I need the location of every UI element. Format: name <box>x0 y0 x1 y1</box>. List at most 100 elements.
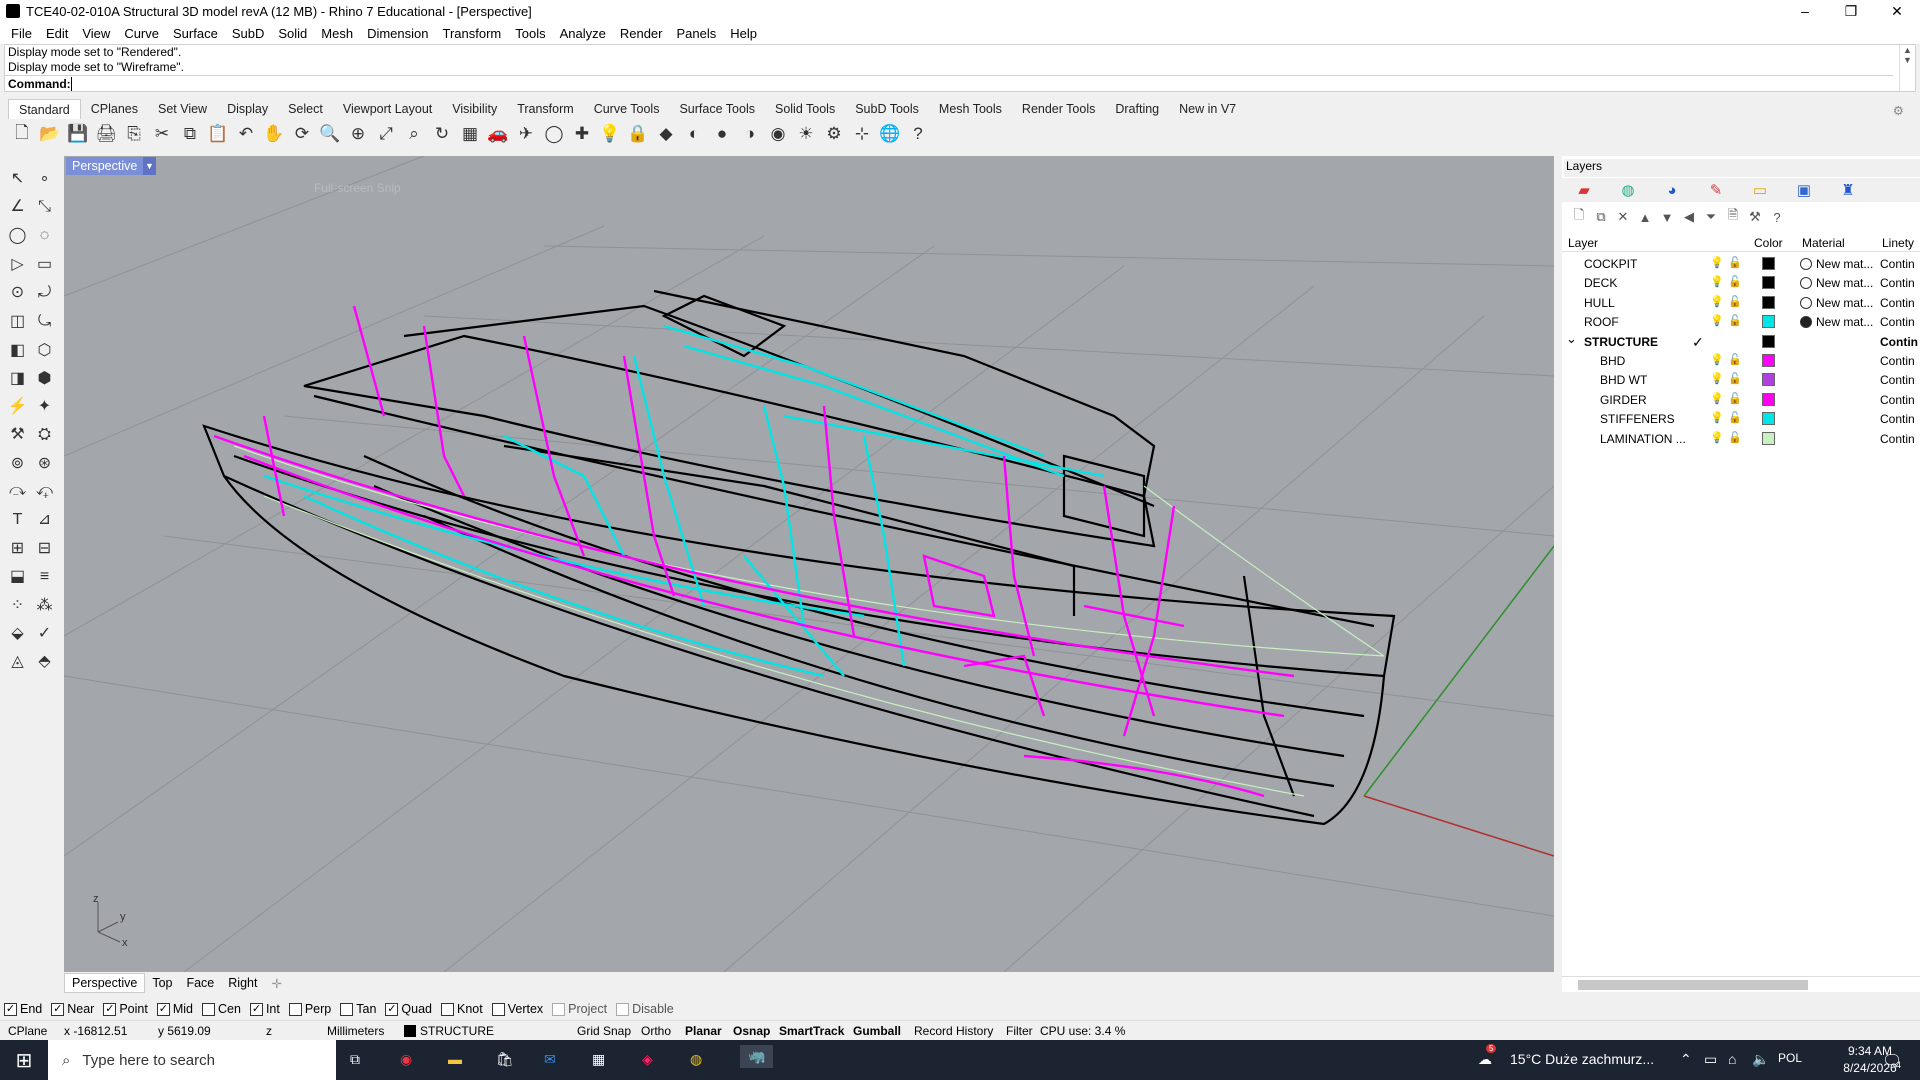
command-input[interactable]: Command: <box>5 75 1893 92</box>
layer-linetype[interactable]: Contin <box>1880 354 1915 368</box>
visibility-bulb-icon[interactable]: 💡 <box>1710 256 1724 269</box>
toolbar-tab-solid-tools[interactable]: Solid Tools <box>765 99 845 119</box>
weather-text[interactable]: 15°C Duże zachmurz... <box>1510 1051 1654 1067</box>
left-tool-icon[interactable]: ≡ <box>31 563 58 591</box>
material-swatch[interactable] <box>1800 258 1812 270</box>
network-icon[interactable]: ⌂ <box>1728 1051 1736 1067</box>
layer-row[interactable]: LAMINATION ... 💡 🔓 Contin <box>1562 429 1920 448</box>
column-color[interactable]: Color <box>1754 236 1783 250</box>
menu-item-view[interactable]: View <box>75 26 117 41</box>
visibility-bulb-icon[interactable]: 💡 <box>1710 411 1724 424</box>
chrome-icon[interactable]: ◍ <box>690 1051 702 1068</box>
left-tool-icon[interactable]: ⊚ <box>4 449 31 477</box>
store-icon[interactable]: 🛍 <box>496 1051 514 1068</box>
layer-name[interactable]: HULL <box>1584 296 1615 310</box>
chevron-up-icon[interactable]: ⌃ <box>1680 1051 1692 1068</box>
toolbar-tab-select[interactable]: Select <box>278 99 333 119</box>
left-tool-icon[interactable]: ⊞ <box>4 534 31 562</box>
menu-item-surface[interactable]: Surface <box>166 26 225 41</box>
layer-name[interactable]: LAMINATION ... <box>1600 432 1686 446</box>
visibility-bulb-icon[interactable]: 💡 <box>1710 392 1724 405</box>
left-tool-icon[interactable]: ⁘ <box>4 591 31 619</box>
language-indicator[interactable]: POL <box>1778 1051 1802 1065</box>
layer-color-swatch[interactable] <box>1762 354 1775 367</box>
layer-material[interactable]: New mat... <box>1816 315 1873 329</box>
help-icon[interactable]: ? <box>1766 210 1788 225</box>
layer-name[interactable]: GIRDER <box>1600 393 1647 407</box>
new-sublayer-icon[interactable]: ⧉ <box>1590 209 1612 225</box>
osnap-checkbox[interactable] <box>288 1002 302 1016</box>
lock-icon[interactable]: 🔓 <box>1728 314 1742 327</box>
left-tool-icon[interactable]: ◬ <box>4 647 31 675</box>
left-tool-icon[interactable]: ◯ <box>4 221 31 249</box>
lock-icon[interactable]: 🔓 <box>1728 411 1742 424</box>
layer-row[interactable]: COCKPIT 💡 🔓 New mat... Contin <box>1562 254 1920 273</box>
display-icon[interactable]: ▣ <box>1782 181 1826 199</box>
left-tool-icon[interactable]: ⬢ <box>31 364 58 392</box>
toolbar-tab-mesh-tools[interactable]: Mesh Tools <box>929 99 1012 119</box>
layer-color-swatch[interactable] <box>1762 431 1775 445</box>
left-tool-icon[interactable]: ⤡ <box>31 193 58 221</box>
copy-icon[interactable]: ⧉ <box>176 121 204 147</box>
osnap-knot[interactable]: Knot <box>441 1002 483 1016</box>
toolbar-tab-cplanes[interactable]: CPlanes <box>81 99 148 119</box>
lock-icon[interactable]: 🔓 <box>1728 275 1742 288</box>
brush-icon[interactable]: ✎ <box>1694 181 1738 199</box>
osnap-int[interactable]: ✓ Int <box>249 1002 280 1016</box>
left-tool-icon[interactable]: T <box>4 506 31 534</box>
layer-linetype[interactable]: Contin <box>1880 432 1915 446</box>
left-tool-icon[interactable]: ⁂ <box>31 591 58 619</box>
layer-material[interactable]: New mat... <box>1816 276 1873 290</box>
new-file-icon[interactable]: 🗋 <box>8 121 36 147</box>
dimension-icon[interactable]: ⊹ <box>848 121 876 147</box>
lock-icon[interactable]: 🔓 <box>1728 256 1742 269</box>
layer-row[interactable]: ROOF 💡 🔓 New mat... Contin <box>1562 312 1920 331</box>
layer-color-swatch[interactable] <box>1762 276 1775 290</box>
viewport-dropdown-icon[interactable]: ▼ <box>143 157 156 175</box>
lock-icon[interactable]: 🔒 <box>624 121 652 147</box>
layer-color-swatch[interactable] <box>1762 392 1775 406</box>
ortho-toggle[interactable]: Ortho <box>641 1024 671 1038</box>
left-tool-icon[interactable]: ⤿ <box>31 308 58 336</box>
record-history-toggle[interactable]: Record History <box>914 1024 993 1038</box>
layer-icon[interactable]: ▰ <box>1562 181 1606 199</box>
layer-name[interactable]: BHD <box>1600 354 1625 368</box>
environment-icon[interactable]: ◕ <box>1650 182 1694 199</box>
left-tool-icon[interactable]: ⚒ <box>4 420 31 448</box>
toolbar-tab-new-in-v7[interactable]: New in V7 <box>1169 99 1246 119</box>
minimize-button[interactable]: – <box>1782 0 1828 22</box>
menu-item-dimension[interactable]: Dimension <box>360 26 435 41</box>
lock-icon[interactable]: 🔓 <box>1728 372 1742 385</box>
material-icon[interactable]: ◍ <box>1606 181 1650 199</box>
left-tool-icon[interactable]: ⊟ <box>31 534 58 562</box>
osnap-checkbox[interactable] <box>616 1002 630 1016</box>
osnap-mid[interactable]: ✓ Mid <box>156 1002 193 1016</box>
layer-linetype[interactable]: Contin <box>1880 335 1918 349</box>
viewport-tab-perspective[interactable]: Perspective <box>64 973 146 993</box>
layer-linetype[interactable]: Contin <box>1880 393 1915 407</box>
osnap-checkbox[interactable]: ✓ <box>156 1002 170 1016</box>
sun-icon[interactable]: ☀ <box>792 121 820 147</box>
pan-icon[interactable]: ✋ <box>260 121 288 147</box>
left-tool-icon[interactable]: ⬘ <box>31 647 58 675</box>
left-tool-icon[interactable]: ◨ <box>4 364 31 392</box>
left-tool-icon[interactable]: ◧ <box>4 336 31 364</box>
earth-icon[interactable]: 🌐 <box>876 121 904 147</box>
osnap-perp[interactable]: Perp <box>288 1002 331 1016</box>
layer-linetype[interactable]: Contin <box>1880 257 1915 271</box>
layer-row[interactable]: STIFFENERS 💡 🔓 Contin <box>1562 409 1920 428</box>
menu-item-render[interactable]: Render <box>613 26 670 41</box>
osnap-icon[interactable]: ✚ <box>568 121 596 147</box>
move-parent-icon[interactable]: ◀ <box>1678 209 1700 225</box>
grid-icon[interactable]: ▦ <box>456 121 484 147</box>
left-tool-icon[interactable]: ✦ <box>31 392 58 420</box>
menu-item-file[interactable]: File <box>4 26 39 41</box>
left-tool-icon[interactable]: ⛭ <box>31 421 58 449</box>
layer-linetype[interactable]: Contin <box>1880 296 1915 310</box>
menu-item-mesh[interactable]: Mesh <box>314 26 360 41</box>
layers-scrollbar[interactable] <box>1562 976 1920 992</box>
osnap-toggle[interactable]: Osnap <box>733 1024 770 1038</box>
gear-icon[interactable]: ⚙ <box>820 121 848 147</box>
osnap-checkbox[interactable] <box>491 1002 505 1016</box>
rotate-icon[interactable]: ↻ <box>428 121 456 147</box>
